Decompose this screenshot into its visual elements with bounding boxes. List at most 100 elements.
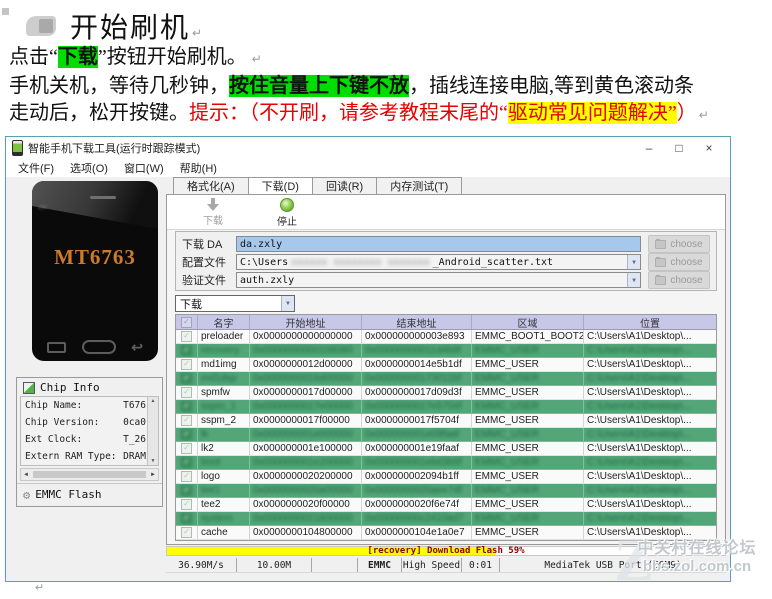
table-row-logo[interactable]: ✓ logo 0x0000000020200000 0x000000002094b1f… [176, 470, 716, 484]
page-bullet-mark [2, 8, 9, 15]
scatter-choose-button[interactable]: choose [648, 253, 710, 271]
table-row-lk[interactable]: ✓ lk 0x000000001e000000 0x000000001e09faaf E… [176, 428, 716, 442]
table-row-system[interactable]: ✓ system 0x0000000021800000 0x00000000c2410… [176, 512, 716, 526]
tab-readback[interactable]: 回读(R) [311, 177, 378, 194]
table-cell: C:\Users\A1\Desktop\... [587, 527, 692, 538]
minimize-button[interactable]: – [634, 137, 664, 159]
scroll-left-icon[interactable]: ◄ [23, 472, 29, 478]
tab-download[interactable]: 下载(D) [247, 177, 313, 194]
close-button[interactable]: × [694, 137, 724, 159]
table-row-boot[interactable]: ✓ boot 0x000000001e200000 0x000000001ebd3b9… [176, 456, 716, 470]
stop-button[interactable]: 停止 [259, 198, 315, 228]
folder-icon [655, 256, 667, 267]
menu-item-help[interactable]: 帮助(H) [172, 160, 225, 176]
scatter-file-combobox[interactable]: C:\Users xxxxxx xxxxxxxx xxxxxxx _Android_… [236, 254, 641, 270]
text-run: ） [676, 102, 697, 124]
auth-choose-button[interactable]: choose [648, 271, 710, 289]
tab-memorytest[interactable]: 内存测试(T) [376, 177, 463, 194]
status-cell-3: EMMC [358, 558, 402, 572]
row-checkbox[interactable]: ✓ [176, 414, 198, 427]
row-checkbox[interactable]: ✓ [176, 512, 198, 525]
flash-type-label: EMMC Flash [35, 488, 102, 501]
table-cell: 0x0000000017f00000 [250, 414, 362, 427]
table-row-recovery[interactable]: ✓ recovery 0x0000000000108080 0x00000000011… [176, 344, 716, 358]
download-arrow-icon [207, 198, 219, 211]
da-file-label: 下载 DA [182, 239, 223, 251]
table-cell: EMMC_USER [472, 414, 584, 427]
text-run: 下载 [57, 46, 98, 68]
table-row-md1img[interactable]: ✓ md1img 0x0000000012d00000 0x0000000014e5b… [176, 358, 716, 372]
row-checkbox[interactable]: ✓ [176, 386, 198, 399]
da-file-row: 下载 DA da.zxly choose [182, 235, 710, 253]
table-row-spmfw[interactable]: ✓ spmfw 0x0000000017d00000 0x0000000017d09d… [176, 386, 716, 400]
chip-info-panel: Chip Info Chip Name: T676 Chip Version: 0ca… [16, 377, 163, 507]
scroll-right-icon[interactable]: ► [150, 472, 156, 478]
horizontal-scrollbar[interactable]: ◄ ► [20, 468, 159, 481]
scroll-up-icon[interactable]: ▲ [151, 398, 156, 404]
auth-file-combobox[interactable]: auth.zxly ▼ [236, 272, 641, 288]
table-row-md1dsp[interactable]: ✓ md1dsp 0x0000000016d00000 0x0000000017301… [176, 372, 716, 386]
table-row-cache[interactable]: ✓ cache 0x0000000104800000 0x0000000104e1a0… [176, 526, 716, 540]
row-checkbox[interactable]: ✓ [176, 372, 198, 385]
table-row-tee1[interactable]: ✓ tee1 0x0000000020a00000 0x0000000020aee74… [176, 484, 716, 498]
maximize-button[interactable]: □ [664, 137, 694, 159]
window-titlebar[interactable]: 智能手机下载工具(运行时跟踪模式) – □ × [6, 137, 730, 159]
row-checkbox[interactable]: ✓ [176, 470, 198, 483]
doc-paragraph: 走动后，松开按键。提示：（不开刷，请参考教程末尾的“驱动常见问题解决”） ↵ [9, 100, 769, 129]
table-cell: EMMC_USER [472, 386, 584, 399]
row-checkbox[interactable]: ✓ [176, 358, 198, 371]
row-checkbox[interactable]: ✓ [176, 498, 198, 511]
menu-item-window[interactable]: 窗口(W) [116, 160, 172, 176]
vertical-scrollbar[interactable]: ▲ ▼ [147, 397, 158, 465]
row-checkbox[interactable]: ✓ [176, 428, 198, 441]
select-all-checkbox[interactable]: ✓ [176, 315, 198, 329]
table-row-userdata[interactable]: ✓userdata0x00000001148000000x00000001249… [176, 540, 716, 541]
row-checkbox[interactable]: ✓ [176, 526, 198, 539]
checkbox-icon: ✓ [181, 331, 192, 342]
chip-field-value: DRAM [123, 451, 146, 462]
table-cell: md1dsp [198, 372, 250, 385]
table-cell: 0x000000001e100000 [250, 442, 362, 455]
progress-label: [recovery] Download Flash 59% [367, 546, 525, 556]
da-file-input[interactable]: da.zxly [236, 236, 641, 252]
row-checkbox[interactable]: ✓ [176, 442, 198, 455]
table-cell: tee1 [198, 484, 250, 497]
app-phone-icon [12, 140, 23, 156]
row-checkbox[interactable]: ✓ [176, 344, 198, 357]
row-checkbox[interactable]: ✓ [176, 484, 198, 497]
table-row-lk2[interactable]: ✓ lk2 0x000000001e100000 0x000000001e19faaf… [176, 442, 716, 456]
table-row-preloader[interactable]: ✓ preloader 0x0000000000000000 0x0000000000… [176, 330, 716, 344]
row-checkbox[interactable]: ✓ [176, 540, 198, 541]
dropdown-arrow-icon[interactable]: ▼ [627, 255, 640, 269]
menu-item-file[interactable]: 文件(F) [10, 160, 62, 176]
dropdown-arrow-icon[interactable]: ▼ [281, 296, 294, 311]
table-cell: 0x0000000020200000 [250, 470, 362, 483]
table-row-tee2[interactable]: ✓ tee2 0x0000000020f00000 0x0000000020f6e74… [176, 498, 716, 512]
chip-info-title: Chip Info [40, 381, 100, 394]
menu-item-options[interactable]: 选项(O) [62, 160, 116, 176]
da-choose-button[interactable]: choose [648, 235, 710, 253]
table-cell: 0x00000000011d4b9f [362, 344, 472, 357]
row-checkbox[interactable]: ✓ [176, 456, 198, 469]
scrollbar-thumb[interactable] [32, 471, 147, 478]
tab-format[interactable]: 格式化(A) [173, 177, 249, 194]
table-cell: 0x0000000104e1a0e7 [362, 526, 472, 539]
row-checkbox[interactable]: ✓ [176, 330, 198, 343]
instructions-text: 点击“下载”按钮开始刷机。 ↵ 手机关机，等待几秒钟，按住音量上下键不放，插线连接… [9, 44, 769, 129]
dropdown-arrow-icon[interactable]: ▼ [627, 273, 640, 287]
table-cell: C:\Users\A1\Desktop\... [584, 540, 716, 541]
table-cell: C:\Users\A1\Desktop\... [587, 485, 692, 496]
table-row-sspm_1[interactable]: ✓ sspm_1 0x0000000017e00000 0x0000000017e57… [176, 400, 716, 414]
chip-model-label: MT6763 [54, 244, 136, 269]
status-bar: 36.90M/s 10.00M EMMC High Speed 0:01 MediaTek… [166, 558, 726, 573]
table-row-sspm_2[interactable]: ✓ sspm_2 0x0000000017f00000 0x0000000017f57… [176, 414, 716, 428]
table-cell: EMMC_USER [472, 512, 584, 525]
table-cell: sspm_2 [198, 414, 250, 427]
column-header: 开始地址 [250, 315, 362, 330]
download-button[interactable]: 下载 [185, 198, 241, 227]
table-cell: 0x0000000020aee74f [362, 484, 472, 497]
scroll-down-icon[interactable]: ▼ [151, 458, 156, 464]
row-checkbox[interactable]: ✓ [176, 400, 198, 413]
table-cell: C:\Users\A1\Desktop\... [587, 345, 692, 356]
operation-mode-select[interactable]: 下载 ▼ [175, 295, 295, 312]
